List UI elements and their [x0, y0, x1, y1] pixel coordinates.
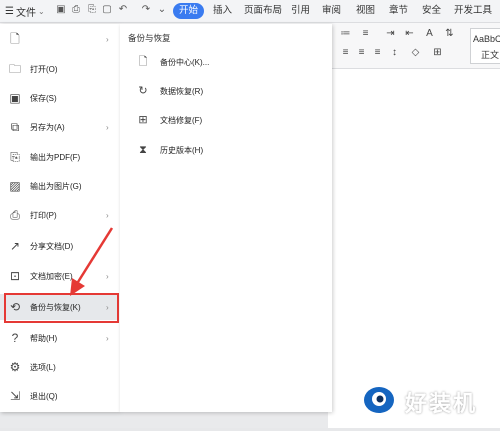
print-quick-icon[interactable]: ⎘ [86, 4, 98, 16]
menu-item-label: 分享文档(D) [30, 241, 74, 251]
menu-item-help[interactable]: ? 帮助(H) › [0, 325, 118, 351]
align-right-icon[interactable]: ≡ [372, 47, 383, 58]
submenu-item-label: 数据恢复(R) [160, 86, 204, 96]
menu-item-label: 帮助(H) [30, 333, 58, 343]
menu-item-save[interactable]: ▣ 保存(S) [0, 85, 118, 111]
preview-quick-icon[interactable]: ▢ [101, 4, 113, 16]
style-name: 正文 [481, 50, 500, 60]
numbered-list-icon[interactable]: ≡ [360, 28, 371, 39]
menu-item-exit[interactable]: ⇲ 退出(Q) [0, 383, 118, 409]
tab-page-layout[interactable]: 页面布局 [244, 4, 282, 18]
watermark-text: 好装机 [405, 391, 478, 416]
tab-references[interactable]: 引用 [291, 4, 310, 18]
new-doc-icon: 🗋 [10, 32, 20, 46]
menu-item-label: 打印(P) [30, 210, 57, 220]
image-icon: ▨ [9, 179, 21, 193]
backup-submenu: 备份与恢复 🗋 备份中心(K)... ↻ 数据恢复(R) ⊞ 文档修复(F) ⧗… [120, 24, 332, 412]
menu-item-options[interactable]: ⚙ 选项(L) [0, 354, 118, 380]
print-icon: ⎙ [10, 208, 20, 222]
help-icon: ? [11, 331, 19, 345]
shading-icon[interactable]: ◇ [410, 47, 421, 58]
tab-developer[interactable]: 开发工具 [454, 4, 492, 18]
menu-item-encrypt[interactable]: ⊡ 文档加密(E) › [0, 263, 118, 289]
undo-icon[interactable]: ↶ [117, 4, 129, 16]
watermark-logo: 好装机 [355, 368, 500, 428]
top-bar: ☰ 文件 ⌄ ▣ ⎙ ⎘ ▢ ↶ ↷ ⌄ 开始 插入 页面布局 引用 审阅 视图… [0, 0, 500, 23]
tab-insert[interactable]: 插入 [213, 4, 232, 18]
menu-item-share[interactable]: ↗ 分享文档(D) [0, 233, 118, 259]
refresh-icon: ↻ [138, 85, 148, 97]
align-center-icon[interactable]: ≡ [356, 47, 367, 58]
border-icon[interactable]: ⊞ [432, 47, 443, 58]
tab-home[interactable]: 开始 [173, 3, 205, 19]
indent-icon[interactable]: ⇥ [385, 28, 396, 39]
menu-item-export-image[interactable]: ▨ 输出为图片(G) [0, 173, 118, 199]
tab-chapter[interactable]: 章节 [389, 4, 408, 18]
chevron-right-icon: › [106, 122, 109, 132]
chevron-right-icon: › [106, 34, 109, 44]
history-icon: ⧗ [139, 144, 147, 156]
outdent-icon[interactable]: ⇤ [404, 28, 415, 39]
lock-doc-icon: ⊡ [9, 269, 21, 283]
menu-item-open[interactable]: 🗀 打开(O) [0, 56, 118, 82]
tab-security[interactable]: 安全 [422, 4, 441, 18]
chevron-right-icon: › [106, 271, 109, 281]
submenu-item-label: 历史版本(H) [160, 145, 204, 155]
save-as-icon: ⧉ [10, 120, 20, 134]
menu-item-save-as[interactable]: ⧉ 另存为(A) › [0, 114, 118, 140]
file-menu-label: 文件 [15, 7, 36, 19]
file-menu-button[interactable]: ☰ 文件 ⌄ [2, 3, 48, 19]
chevron-down-icon: ⌄ [37, 6, 45, 16]
menu-item-label: 输出为图片(G) [30, 181, 82, 191]
line-spacing-icon[interactable]: ↕ [389, 47, 400, 58]
menu-item-label: 选项(L) [30, 362, 56, 372]
redo-icon[interactable]: ↷ [140, 4, 152, 16]
file-menu: 🗋 › 🗀 打开(O) ▣ 保存(S) ⧉ 另存为(A) › ⎘ 输出为PDF(… [0, 24, 120, 412]
menu-item-label: 文档加密(E) [30, 271, 73, 281]
style-preview[interactable]: AaBbCc 正文 [470, 28, 500, 64]
bullet-list-icon[interactable]: ≔ [340, 28, 351, 39]
menu-item-label: 退出(Q) [30, 391, 58, 401]
exit-icon: ⇲ [9, 389, 21, 403]
menu-item-label: 打开(O) [30, 64, 58, 74]
save-icon: ▣ [9, 91, 21, 105]
menu-item-export-pdf[interactable]: ⎘ 输出为PDF(F) [0, 144, 118, 170]
gear-icon: ⚙ [9, 360, 21, 374]
menu-item-label: 输出为PDF(F) [30, 152, 81, 162]
menu-item-label: 另存为(A) [30, 122, 65, 132]
menu-item-label: 保存(S) [30, 93, 57, 103]
tab-view[interactable]: 视图 [356, 4, 375, 18]
highlight-annotation-box [4, 293, 119, 323]
style-sample-text: AaBbCc [473, 34, 500, 44]
hamburger-icon: ☰ [5, 5, 14, 17]
more-quick-icon[interactable]: ⌄ [156, 4, 168, 16]
repair-icon: ⊞ [138, 114, 148, 126]
text-direction-icon[interactable]: A [424, 28, 435, 39]
menu-item-print[interactable]: ⎙ 打印(P) › [0, 202, 118, 228]
menu-item-new[interactable]: 🗋 › [0, 26, 118, 52]
share-icon: ↗ [9, 239, 21, 253]
sort-icon[interactable]: ⇅ [444, 28, 455, 39]
submenu-item-label: 文档修复(F) [160, 115, 203, 125]
submenu-title: 备份与恢复 [128, 33, 171, 43]
tab-review[interactable]: 审阅 [322, 4, 341, 18]
chevron-right-icon: › [106, 210, 109, 220]
backup-center-icon: 🗋 [138, 56, 148, 68]
save-quick-icon[interactable]: ▣ [55, 4, 67, 16]
chevron-right-icon: › [106, 333, 109, 343]
pdf-icon: ⎘ [10, 150, 20, 164]
align-left-icon[interactable]: ≡ [340, 47, 351, 58]
export-quick-icon[interactable]: ⎙ [70, 4, 82, 16]
submenu-item-label: 备份中心(K)... [160, 57, 210, 67]
folder-icon: 🗀 [8, 62, 21, 76]
